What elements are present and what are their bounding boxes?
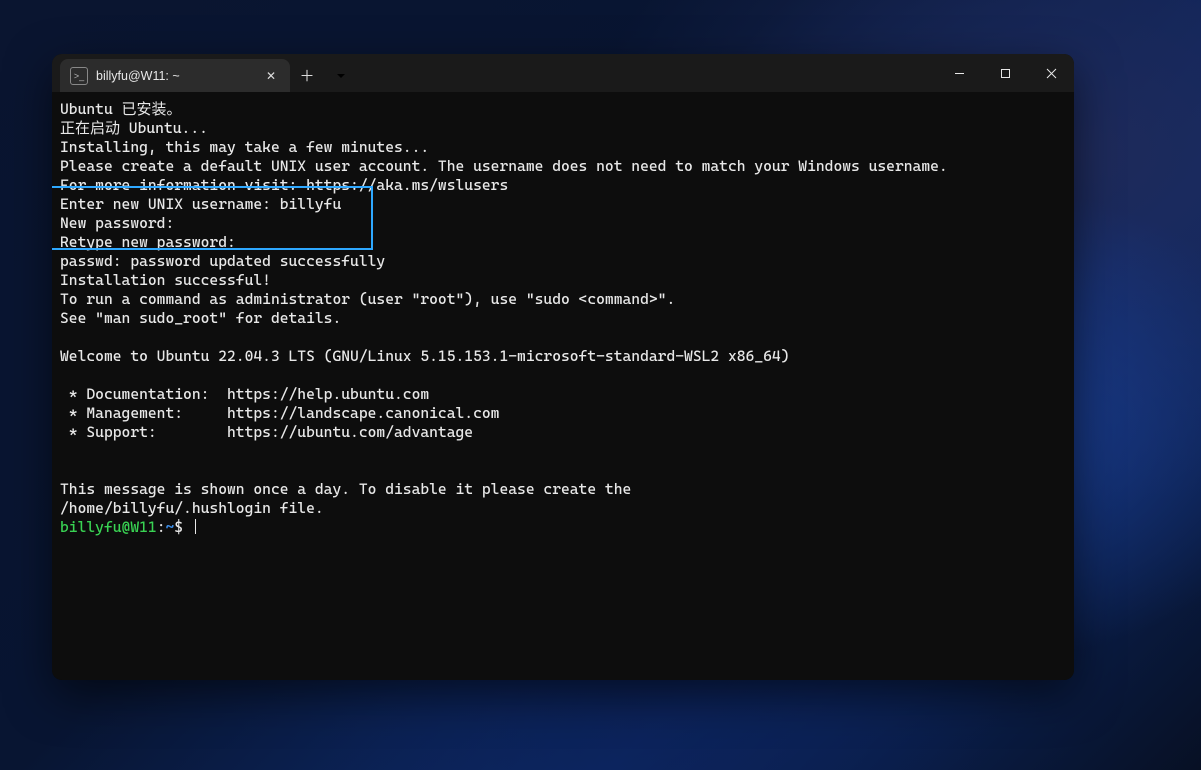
shell-prompt-line: billyfu@W11:~$ [60,518,1066,537]
titlebar[interactable]: >_ billyfu@W11: ~ ✕ ＋ [52,54,1074,92]
terminal-output: Ubuntu 已安装。 正在启动 Ubuntu... Installing, t… [60,100,1066,518]
close-window-button[interactable] [1028,54,1074,92]
minimize-button[interactable] [936,54,982,92]
terminal-viewport[interactable]: Ubuntu 已安装。 正在启动 Ubuntu... Installing, t… [52,92,1074,680]
tab-active[interactable]: >_ billyfu@W11: ~ ✕ [60,59,290,92]
terminal-window: >_ billyfu@W11: ~ ✕ ＋ U [52,54,1074,680]
prompt-user-host: billyfu@W11 [60,518,157,536]
tab-close-button[interactable]: ✕ [262,67,280,85]
prompt-sigil: $ [174,518,183,536]
terminal-icon: >_ [70,67,88,85]
new-tab-button[interactable]: ＋ [290,59,324,92]
titlebar-drag-region[interactable] [358,54,936,92]
tab-title: billyfu@W11: ~ [96,69,254,83]
prompt-path: ~ [165,518,174,536]
desktop-wallpaper: >_ billyfu@W11: ~ ✕ ＋ U [0,0,1201,770]
tabs-dropdown-button[interactable] [324,59,358,92]
cursor [195,519,196,534]
window-controls [936,54,1074,92]
maximize-button[interactable] [982,54,1028,92]
